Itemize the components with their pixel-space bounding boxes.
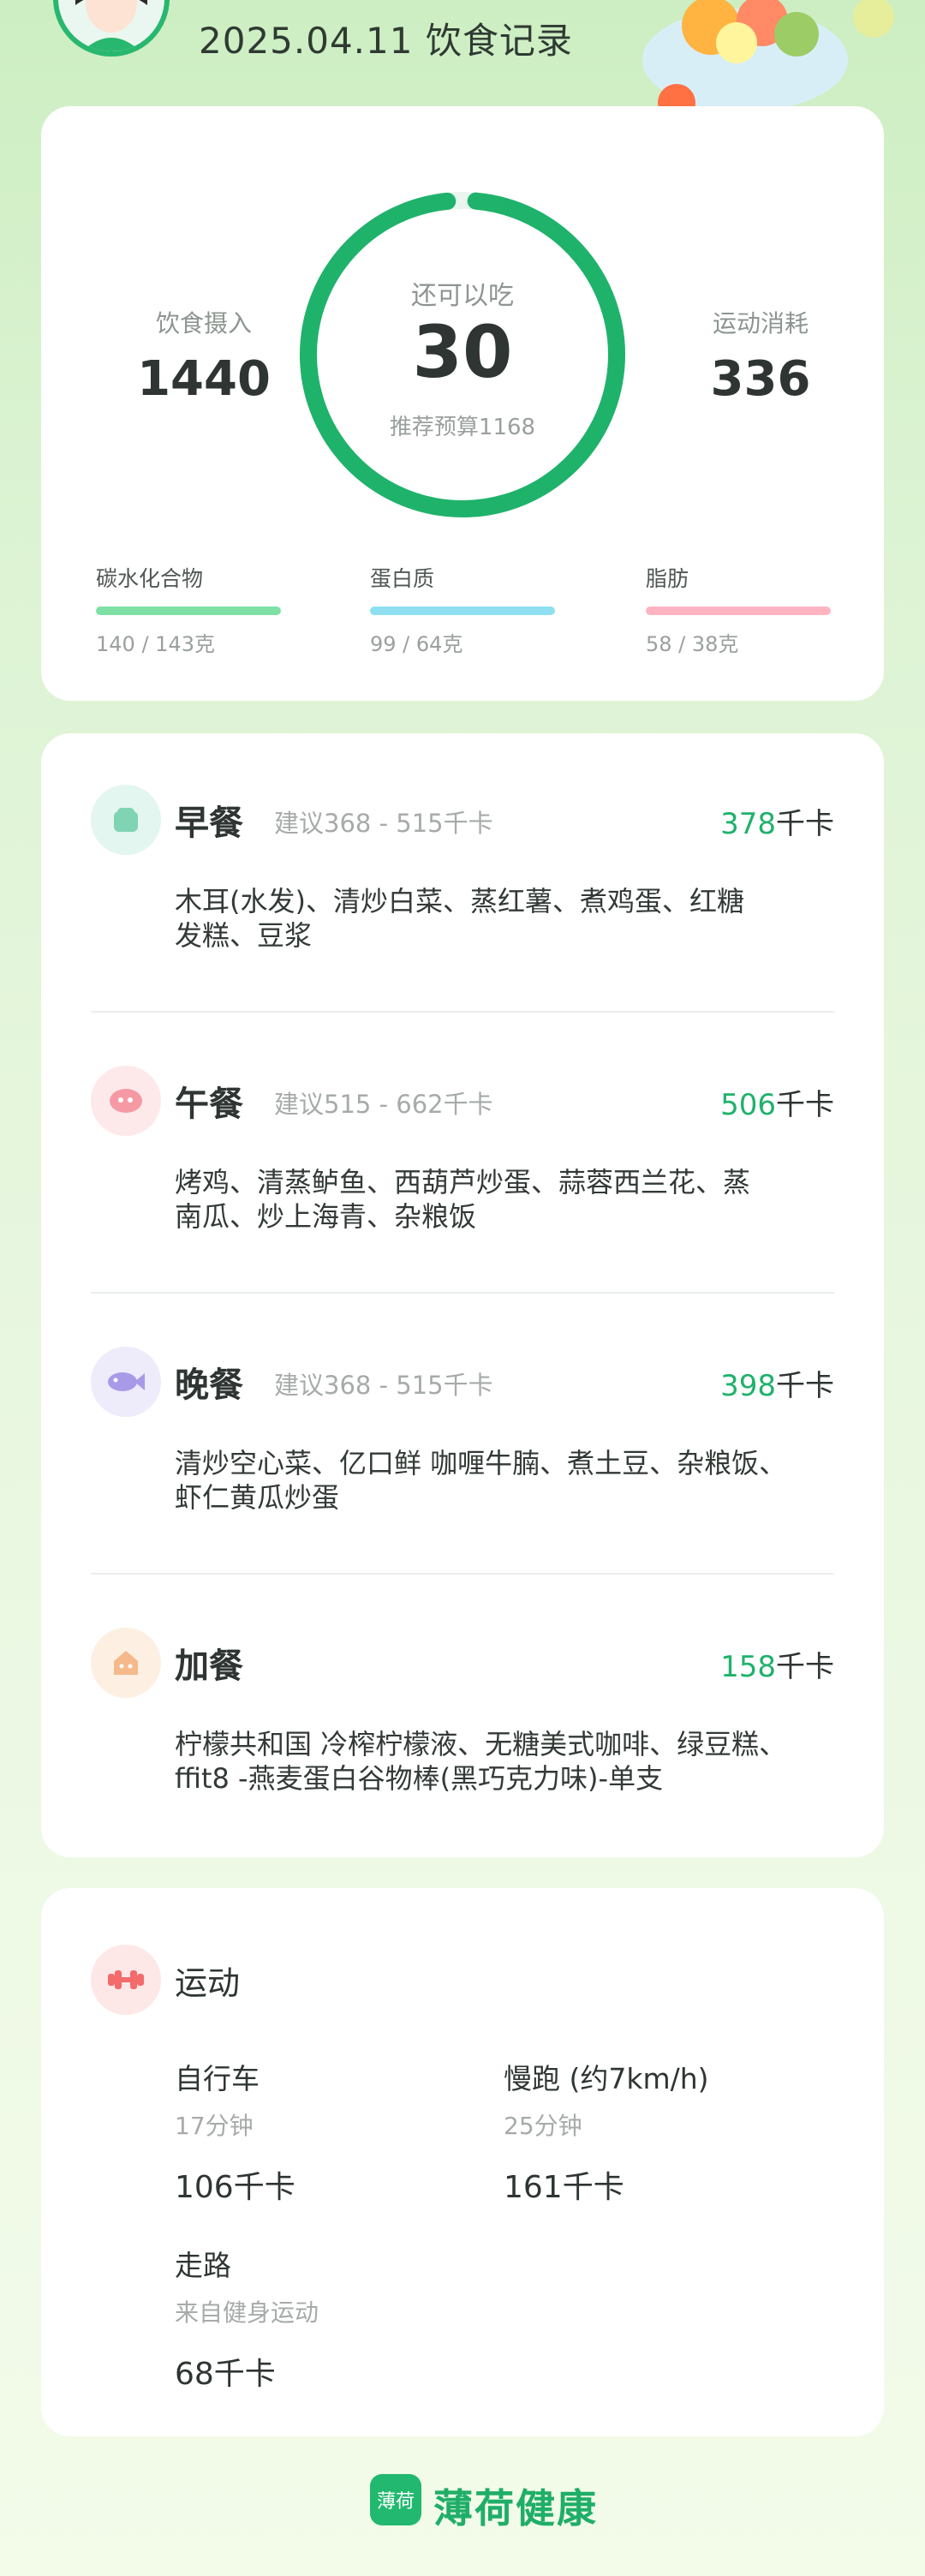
header: 2025.04.11 饮食记录 bbox=[0, 0, 925, 111]
meal-dinner[interactable]: 晚餐 建议368 - 515千卡 398千卡 清炒空心菜、亿口鲜 咖喱牛腩、煮土… bbox=[91, 1347, 834, 1552]
footer-brand: 薄荷 薄荷健康 bbox=[0, 2467, 925, 2536]
exercise-duration: 17分钟 bbox=[175, 2112, 254, 2140]
meal-lunch[interactable]: 午餐 建议515 - 662千卡 506千卡 烤鸡、清蒸鲈鱼、西葫芦炒蛋、蒜蓉西… bbox=[91, 1066, 834, 1271]
exercise-name: 慢跑 (约7km/h) bbox=[504, 2062, 709, 2095]
divider bbox=[91, 1573, 834, 1575]
exercise-duration: 25分钟 bbox=[504, 2112, 582, 2140]
meal-foods-line: 南瓜、炒上海青、杂粮饭 bbox=[175, 1200, 477, 1233]
avatar[interactable] bbox=[53, 0, 170, 57]
meal-calories-unit: 千卡 bbox=[776, 1650, 834, 1684]
meal-name: 午餐 bbox=[175, 1085, 243, 1124]
salad-illustration bbox=[642, 0, 894, 111]
exercise-calories: 106千卡 bbox=[175, 2170, 295, 2205]
remaining-value: 30 bbox=[412, 310, 513, 394]
macro-label: 碳水化合物 bbox=[96, 566, 204, 591]
macro-label: 蛋白质 bbox=[370, 566, 435, 591]
meal-breakfast[interactable]: 早餐 建议368 - 515千卡 378千卡 木耳(水发)、清炒白菜、蒸红薯、煮… bbox=[91, 785, 834, 990]
meal-foods: 烤鸡、清蒸鲈鱼、西葫芦炒蛋、蒜蓉西兰花、蒸 南瓜、炒上海青、杂粮饭 bbox=[175, 1165, 841, 1234]
divider bbox=[91, 1292, 834, 1294]
macro-bar-protein bbox=[370, 607, 555, 615]
intake-value: 1440 bbox=[137, 351, 271, 407]
toast-icon bbox=[91, 785, 161, 855]
exercise-calories: 68千卡 bbox=[175, 2357, 276, 2392]
meal-foods: 清炒空心菜、亿口鲜 咖喱牛腩、煮土豆、杂粮饭、 虾仁黄瓜炒蛋 bbox=[175, 1446, 841, 1515]
macro-carbs: 碳水化合物 140 / 143克 bbox=[96, 562, 281, 657]
intake-label: 饮食摄入 bbox=[155, 309, 252, 338]
dumbbell-icon bbox=[91, 1945, 161, 2015]
macro-value: 99 / 64克 bbox=[370, 632, 463, 656]
snack-icon bbox=[91, 1628, 161, 1698]
exercise-name: 自行车 bbox=[175, 2062, 260, 2095]
meal-calories-unit: 千卡 bbox=[776, 807, 834, 841]
remaining-label: 还可以吃 bbox=[411, 281, 514, 311]
meal-calories-value: 158 bbox=[720, 1650, 776, 1684]
exercise-name: 走路 bbox=[175, 2249, 231, 2282]
meal-calories: 398千卡 bbox=[720, 1362, 834, 1404]
meal-calories-unit: 千卡 bbox=[776, 1369, 834, 1403]
exercise-source: 来自健身运动 bbox=[175, 2298, 319, 2327]
meal-foods-line: 发糕、豆浆 bbox=[175, 919, 313, 952]
macro-value: 58 / 38克 bbox=[646, 632, 739, 656]
meal-foods-line: 柠檬共和国 冷榨柠檬液、无糖美式咖啡、绿豆糕、 bbox=[175, 1728, 787, 1760]
meal-foods-line: 清炒空心菜、亿口鲜 咖喱牛腩、煮土豆、杂粮饭、 bbox=[175, 1447, 787, 1479]
meal-name: 加餐 bbox=[175, 1647, 243, 1686]
macro-value: 140 / 143克 bbox=[96, 632, 215, 656]
page-title: 2025.04.11 饮食记录 bbox=[199, 20, 573, 62]
burned-label: 运动消耗 bbox=[712, 309, 809, 338]
fish-icon bbox=[91, 1347, 161, 1417]
budget-text: 推荐预算1168 bbox=[389, 415, 536, 440]
meal-foods: 木耳(水发)、清炒白菜、蒸红薯、煮鸡蛋、红糖 发糕、豆浆 bbox=[175, 884, 841, 953]
meal-suggest: 建议368 - 515千卡 bbox=[274, 1371, 493, 1400]
meal-calories-value: 506 bbox=[720, 1088, 776, 1122]
meal-calories-value: 398 bbox=[720, 1369, 776, 1403]
exercise-calories: 161千卡 bbox=[504, 2170, 624, 2205]
macro-label: 脂肪 bbox=[646, 566, 689, 591]
meal-calories-unit: 千卡 bbox=[776, 1088, 834, 1122]
exercise-item[interactable]: 走路 来自健身运动 68千卡 bbox=[175, 2243, 319, 2394]
macro-bar-carbs bbox=[96, 607, 281, 615]
macro-bar-fat bbox=[646, 607, 831, 615]
meat-icon bbox=[91, 1066, 161, 1136]
meal-name: 晚餐 bbox=[175, 1366, 243, 1405]
calorie-ring[interactable]: 还可以吃 30 推荐预算1168 bbox=[298, 190, 627, 519]
meal-suggest: 建议368 - 515千卡 bbox=[274, 809, 493, 838]
exercise-item[interactable]: 慢跑 (约7km/h) 25分钟 161千卡 bbox=[504, 2056, 709, 2207]
burned-value: 336 bbox=[710, 351, 811, 407]
meal-calories: 378千卡 bbox=[720, 800, 834, 842]
exercise-title: 运动 bbox=[175, 1964, 241, 2002]
meal-foods-line: 虾仁黄瓜炒蛋 bbox=[175, 1481, 340, 1514]
meal-foods-line: ffit8 -燕麦蛋白谷物棒(黑巧克力味)-单支 bbox=[175, 1762, 664, 1795]
meal-suggest: 建议515 - 662千卡 bbox=[274, 1090, 493, 1119]
divider bbox=[91, 1011, 834, 1013]
exercise-item[interactable]: 自行车 17分钟 106千卡 bbox=[175, 2056, 295, 2207]
meal-foods-line: 烤鸡、清蒸鲈鱼、西葫芦炒蛋、蒜蓉西兰花、蒸 bbox=[175, 1166, 751, 1198]
burned-stat: 运动消耗 336 bbox=[658, 305, 863, 407]
meal-calories: 506千卡 bbox=[720, 1081, 834, 1123]
macro-protein: 蛋白质 99 / 64克 bbox=[370, 562, 555, 657]
meal-snack[interactable]: 加餐 158千卡 柠檬共和国 冷榨柠檬液、无糖美式咖啡、绿豆糕、 ffit8 -燕… bbox=[91, 1628, 834, 1833]
summary-card: 饮食摄入 1440 还可以吃 30 推荐预算1168 运动消耗 336 碳水化合… bbox=[41, 106, 884, 701]
intake-stat: 饮食摄入 1440 bbox=[101, 305, 307, 407]
brand-name: 薄荷健康 bbox=[433, 2485, 598, 2531]
macro-fat: 脂肪 58 / 38克 bbox=[646, 562, 831, 657]
meal-foods: 柠檬共和国 冷榨柠檬液、无糖美式咖啡、绿豆糕、 ffit8 -燕麦蛋白谷物棒(黑巧… bbox=[175, 1727, 841, 1796]
brand-logo-icon: 薄荷 bbox=[370, 2474, 421, 2525]
meal-name: 早餐 bbox=[175, 804, 243, 843]
exercise-card: 运动 自行车 17分钟 106千卡 慢跑 (约7km/h) 25分钟 161千卡… bbox=[41, 1888, 884, 2436]
meals-card: 早餐 建议368 - 515千卡 378千卡 木耳(水发)、清炒白菜、蒸红薯、煮… bbox=[41, 733, 884, 1857]
meal-calories: 158千卡 bbox=[720, 1643, 834, 1685]
meal-calories-value: 378 bbox=[720, 807, 776, 841]
meal-foods-line: 木耳(水发)、清炒白菜、蒸红薯、煮鸡蛋、红糖 bbox=[175, 885, 744, 917]
